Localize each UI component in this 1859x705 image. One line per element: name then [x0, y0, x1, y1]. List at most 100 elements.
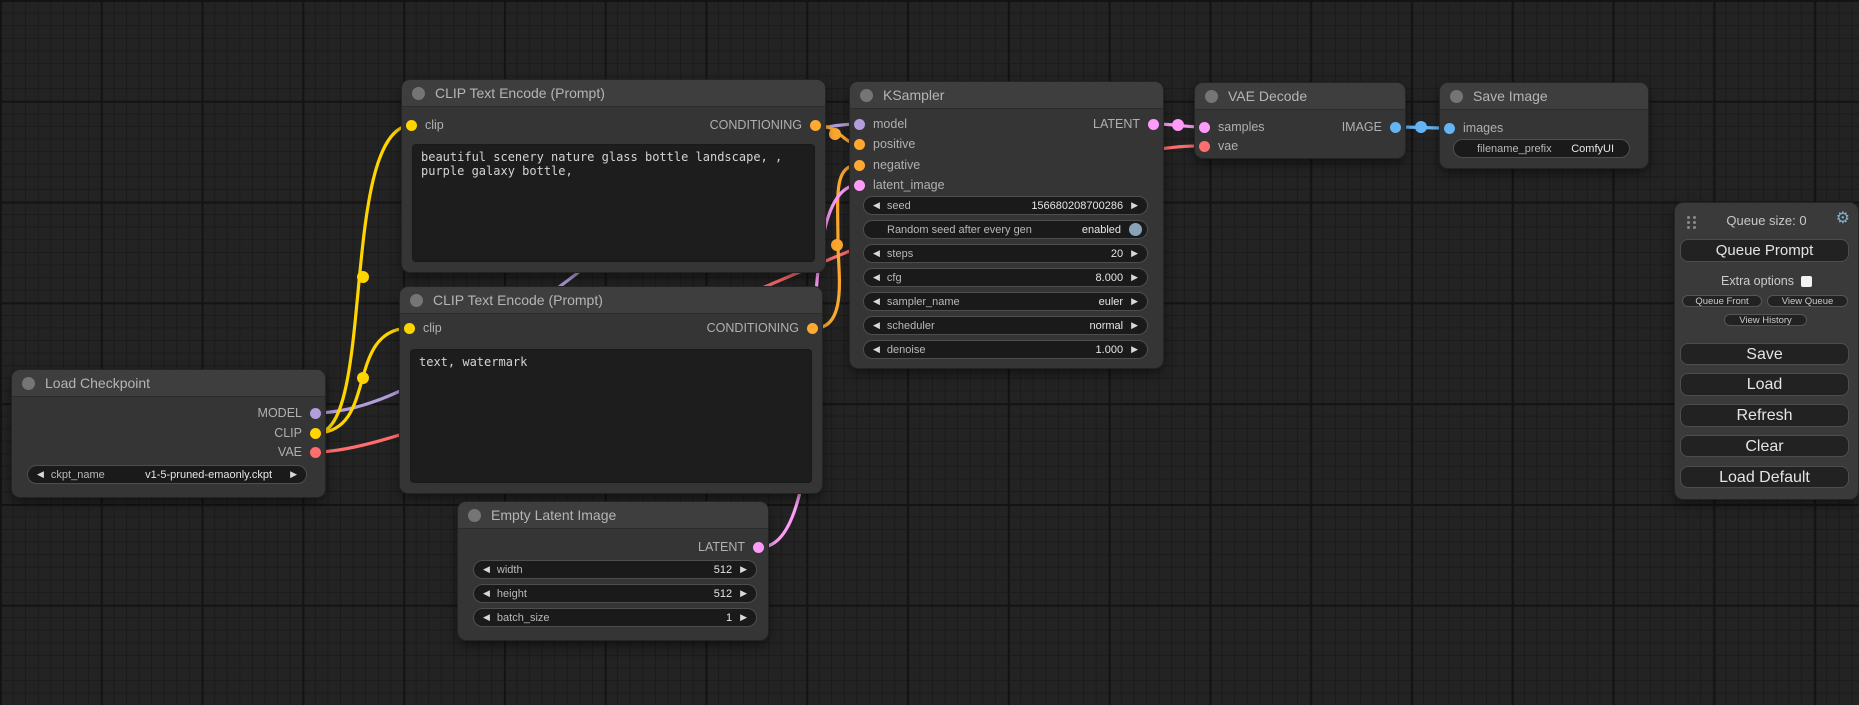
- output-slot-latent[interactable]: LATENT: [1093, 114, 1159, 134]
- increment-arrow-icon[interactable]: ▶: [1131, 244, 1138, 263]
- extra-options-checkbox[interactable]: [1801, 276, 1812, 287]
- widget-scheduler[interactable]: ◀ scheduler normal ▶: [863, 316, 1148, 335]
- collapse-dot-icon[interactable]: [1450, 90, 1463, 103]
- node-title-bar[interactable]: Save Image: [1440, 83, 1648, 110]
- increment-arrow-icon[interactable]: ▶: [740, 584, 747, 603]
- input-slot-images[interactable]: images: [1444, 118, 1503, 138]
- increment-arrow-icon[interactable]: ▶: [1131, 292, 1138, 311]
- output-slot-conditioning[interactable]: CONDITIONING: [710, 115, 821, 135]
- increment-arrow-icon[interactable]: ▶: [1131, 316, 1138, 335]
- slot-dot-vae-icon[interactable]: [1199, 141, 1210, 152]
- input-slot-negative[interactable]: negative: [854, 155, 920, 175]
- node-clip-text-encode-negative[interactable]: CLIP Text Encode (Prompt) clip CONDITION…: [400, 287, 822, 493]
- slot-dot-conditioning-icon[interactable]: [810, 120, 821, 131]
- collapse-dot-icon[interactable]: [22, 377, 35, 390]
- increment-arrow-icon[interactable]: ▶: [740, 560, 747, 579]
- slot-dot-model-icon[interactable]: [310, 408, 321, 419]
- slot-dot-clip-icon[interactable]: [404, 323, 415, 334]
- decrement-arrow-icon[interactable]: ◀: [873, 268, 880, 287]
- node-clip-text-encode-positive[interactable]: CLIP Text Encode (Prompt) clip CONDITION…: [402, 80, 825, 272]
- queue-front-button[interactable]: Queue Front: [1682, 295, 1762, 307]
- view-history-button[interactable]: View History: [1724, 314, 1807, 326]
- increment-arrow-icon[interactable]: ▶: [290, 465, 297, 484]
- slot-dot-conditioning-icon[interactable]: [807, 323, 818, 334]
- node-ksampler[interactable]: KSampler model positive negative latent_…: [850, 82, 1163, 368]
- save-button[interactable]: Save: [1680, 343, 1849, 365]
- slot-dot-conditioning-icon[interactable]: [854, 139, 865, 150]
- decrement-arrow-icon[interactable]: ◀: [873, 196, 880, 215]
- increment-arrow-icon[interactable]: ▶: [1131, 268, 1138, 287]
- widget-denoise[interactable]: ◀ denoise 1.000 ▶: [863, 340, 1148, 359]
- widget-random-seed-toggle[interactable]: Random seed after every gen enabled: [863, 220, 1148, 239]
- node-title-bar[interactable]: VAE Decode: [1195, 83, 1405, 110]
- input-slot-clip[interactable]: clip: [404, 318, 442, 338]
- collapse-dot-icon[interactable]: [410, 294, 423, 307]
- increment-arrow-icon[interactable]: ▶: [1131, 196, 1138, 215]
- prompt-textarea[interactable]: text, watermark: [410, 349, 812, 483]
- node-load-checkpoint[interactable]: Load Checkpoint MODEL CLIP VAE ◀ ckpt_na…: [12, 370, 325, 497]
- queue-prompt-button[interactable]: Queue Prompt: [1680, 239, 1849, 262]
- input-slot-positive[interactable]: positive: [854, 134, 915, 154]
- decrement-arrow-icon[interactable]: ◀: [483, 608, 490, 627]
- clear-button[interactable]: Clear: [1680, 435, 1849, 457]
- widget-batch-size[interactable]: ◀ batch_size 1 ▶: [473, 608, 757, 627]
- output-slot-conditioning[interactable]: CONDITIONING: [707, 318, 818, 338]
- settings-gear-icon[interactable]: ⚙: [1836, 210, 1850, 228]
- load-default-button[interactable]: Load Default: [1680, 466, 1849, 488]
- decrement-arrow-icon[interactable]: ◀: [873, 340, 880, 359]
- decrement-arrow-icon[interactable]: ◀: [483, 584, 490, 603]
- widget-sampler-name[interactable]: ◀ sampler_name euler ▶: [863, 292, 1148, 311]
- output-slot-image[interactable]: IMAGE: [1342, 117, 1401, 137]
- node-vae-decode[interactable]: VAE Decode samples vae IMAGE: [1195, 83, 1405, 158]
- widget-width[interactable]: ◀ width 512 ▶: [473, 560, 757, 579]
- node-title-bar[interactable]: Load Checkpoint: [12, 370, 325, 397]
- widget-steps[interactable]: ◀ steps 20 ▶: [863, 244, 1148, 263]
- widget-filename-prefix[interactable]: filename_prefix ComfyUI: [1453, 139, 1630, 158]
- increment-arrow-icon[interactable]: ▶: [740, 608, 747, 627]
- increment-arrow-icon[interactable]: ▶: [1131, 340, 1138, 359]
- slot-dot-image-icon[interactable]: [1390, 122, 1401, 133]
- output-slot-latent[interactable]: LATENT: [698, 537, 764, 557]
- collapse-dot-icon[interactable]: [860, 89, 873, 102]
- output-slot-model[interactable]: MODEL: [258, 403, 321, 423]
- collapse-dot-icon[interactable]: [412, 87, 425, 100]
- view-queue-button[interactable]: View Queue: [1767, 295, 1848, 307]
- widget-cfg[interactable]: ◀ cfg 8.000 ▶: [863, 268, 1148, 287]
- slot-dot-image-icon[interactable]: [1444, 123, 1455, 134]
- collapse-dot-icon[interactable]: [1205, 90, 1218, 103]
- decrement-arrow-icon[interactable]: ◀: [483, 560, 490, 579]
- input-slot-samples[interactable]: samples: [1199, 117, 1265, 137]
- slot-dot-latent-icon[interactable]: [854, 180, 865, 191]
- slot-dot-latent-icon[interactable]: [1199, 122, 1210, 133]
- node-title-bar[interactable]: Empty Latent Image: [458, 502, 768, 529]
- slot-dot-latent-icon[interactable]: [1148, 119, 1159, 130]
- input-slot-model[interactable]: model: [854, 114, 907, 134]
- decrement-arrow-icon[interactable]: ◀: [873, 292, 880, 311]
- node-title-bar[interactable]: CLIP Text Encode (Prompt): [400, 287, 822, 314]
- input-slot-vae[interactable]: vae: [1199, 136, 1238, 156]
- slot-dot-clip-icon[interactable]: [406, 120, 417, 131]
- output-slot-clip[interactable]: CLIP: [274, 423, 321, 443]
- graph-canvas[interactable]: Load Checkpoint MODEL CLIP VAE ◀ ckpt_na…: [0, 0, 1859, 705]
- slot-dot-clip-icon[interactable]: [310, 428, 321, 439]
- queue-panel[interactable]: Queue size: 0 ⚙ Queue Prompt Extra optio…: [1675, 203, 1858, 499]
- input-slot-clip[interactable]: clip: [406, 115, 444, 135]
- decrement-arrow-icon[interactable]: ◀: [873, 244, 880, 263]
- widget-seed[interactable]: ◀ seed 156680208700286 ▶: [863, 196, 1148, 215]
- node-empty-latent-image[interactable]: Empty Latent Image LATENT ◀ width 512 ▶ …: [458, 502, 768, 640]
- node-title-bar[interactable]: CLIP Text Encode (Prompt): [402, 80, 825, 107]
- node-title-bar[interactable]: KSampler: [850, 82, 1163, 109]
- slot-dot-latent-icon[interactable]: [753, 542, 764, 553]
- decrement-arrow-icon[interactable]: ◀: [37, 465, 44, 484]
- input-slot-latent-image[interactable]: latent_image: [854, 175, 945, 195]
- slot-dot-conditioning-icon[interactable]: [854, 160, 865, 171]
- decrement-arrow-icon[interactable]: ◀: [873, 316, 880, 335]
- slot-dot-model-icon[interactable]: [854, 119, 865, 130]
- collapse-dot-icon[interactable]: [468, 509, 481, 522]
- slot-dot-vae-icon[interactable]: [310, 447, 321, 458]
- prompt-textarea[interactable]: beautiful scenery nature glass bottle la…: [412, 144, 815, 262]
- toggle-circle-icon[interactable]: [1129, 223, 1142, 236]
- refresh-button[interactable]: Refresh: [1680, 404, 1849, 427]
- widget-ckpt-name[interactable]: ◀ ckpt_name v1-5-pruned-emaonly.ckpt ▶: [27, 465, 307, 484]
- widget-height[interactable]: ◀ height 512 ▶: [473, 584, 757, 603]
